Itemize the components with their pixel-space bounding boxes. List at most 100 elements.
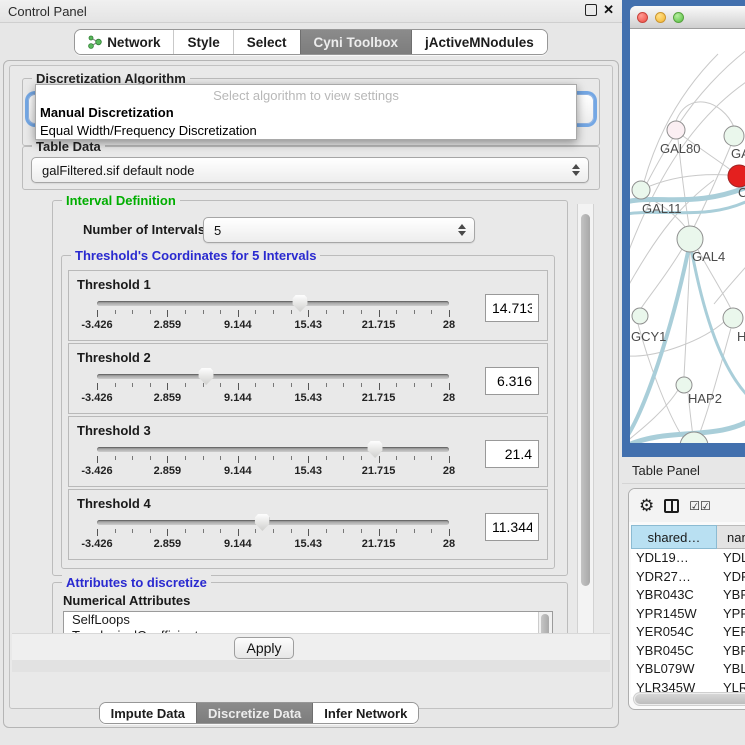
threshold-panel: Threshold 4 -3.4262.8599.14415.4321.7152… bbox=[68, 489, 548, 560]
network-edge bbox=[714, 260, 745, 304]
table-panel: ⚙ ☑☑ shared… name YDL19…YDL19YDR27…YDR27… bbox=[628, 488, 745, 710]
tick-label: -3.426 bbox=[81, 319, 112, 331]
network-edge bbox=[697, 328, 731, 439]
table-hscrollbar-thumb[interactable] bbox=[635, 694, 745, 704]
network-node[interactable] bbox=[632, 308, 648, 324]
apply-row: Apply bbox=[12, 633, 610, 672]
cell-name: YER05 bbox=[717, 623, 745, 642]
cell-name: YDR27 bbox=[717, 568, 745, 587]
network-view-inner: GAL80GACGAL11GAL4GCY1HHAP2 bbox=[630, 6, 745, 443]
tick-label: 28 bbox=[443, 392, 455, 404]
attribute-list-item[interactable]: SelfLoops bbox=[64, 612, 552, 628]
dropdown-prompt-item[interactable]: Select algorithm to view settings bbox=[36, 87, 576, 104]
tab-network[interactable]: Network bbox=[75, 30, 173, 54]
table-panel-toolbar: ⚙ ☑☑ bbox=[629, 489, 745, 522]
tab-impute-data[interactable]: Impute Data bbox=[100, 703, 196, 723]
network-window-titlebar bbox=[630, 6, 745, 29]
threshold-value-field[interactable] bbox=[485, 440, 539, 468]
cell-name: YPR14 bbox=[717, 605, 745, 624]
table-row[interactable]: YPR145WYPR14 bbox=[631, 605, 745, 624]
network-node-label: GCY1 bbox=[631, 329, 666, 344]
table-row[interactable]: YDL19…YDL19 bbox=[631, 549, 745, 568]
interval-definition-group: Interval Definition Number of Intervals … bbox=[52, 200, 568, 576]
combo-arrows-icon bbox=[572, 164, 580, 176]
column-header-shared-name[interactable]: shared… bbox=[631, 525, 717, 549]
apply-button[interactable]: Apply bbox=[234, 637, 294, 659]
threshold-value-field[interactable] bbox=[485, 513, 539, 541]
tab-label: Discretize Data bbox=[208, 706, 301, 721]
network-thick-edge bbox=[630, 252, 688, 438]
threshold-value-field[interactable] bbox=[485, 294, 539, 322]
table-row[interactable]: YBR043CYBR04 bbox=[631, 586, 745, 605]
network-node[interactable] bbox=[723, 308, 743, 328]
network-node[interactable] bbox=[728, 165, 745, 187]
close-traffic-light[interactable] bbox=[637, 12, 648, 23]
tab-cyni-toolbox[interactable]: Cyni Toolbox bbox=[300, 30, 412, 54]
network-canvas[interactable]: GAL80GACGAL11GAL4GCY1HHAP2 bbox=[630, 28, 745, 443]
thresholds-group-label: Threshold's Coordinates for 5 Intervals bbox=[71, 248, 320, 263]
gear-icon[interactable]: ⚙ bbox=[639, 497, 654, 514]
tick-label: 2.859 bbox=[154, 465, 182, 477]
tab-style[interactable]: Style bbox=[173, 30, 232, 54]
slider-track[interactable] bbox=[97, 374, 449, 379]
columns-icon[interactable] bbox=[664, 499, 679, 513]
network-icon bbox=[88, 35, 102, 49]
threshold-label: Threshold 2 bbox=[77, 350, 539, 365]
tab-label: Select bbox=[247, 35, 287, 50]
network-node[interactable] bbox=[724, 126, 744, 146]
threshold-list: Threshold 1 -3.4262.8599.14415.4321.7152… bbox=[62, 266, 554, 564]
table-row[interactable]: YDR27…YDR27 bbox=[631, 568, 745, 587]
tab-select[interactable]: Select bbox=[233, 30, 300, 54]
slider-ticks bbox=[97, 529, 449, 537]
table-row[interactable]: YER054CYER05 bbox=[631, 623, 745, 642]
panel-scrollbar-thumb[interactable] bbox=[581, 214, 590, 586]
tab-label: Network bbox=[107, 35, 160, 50]
network-node-label: C bbox=[738, 185, 745, 200]
column-header-name[interactable]: name bbox=[717, 525, 745, 549]
network-node-label: GAL11 bbox=[642, 201, 682, 216]
network-node-label: GA bbox=[731, 146, 745, 161]
panel-scrollbar[interactable] bbox=[577, 204, 594, 662]
table-row[interactable]: YBR045CYBR04 bbox=[631, 642, 745, 661]
network-view-window: GAL80GACGAL11GAL4GCY1HHAP2 bbox=[622, 0, 745, 457]
threshold-label: Threshold 1 bbox=[77, 277, 539, 292]
network-node-label: HAP2 bbox=[688, 391, 722, 406]
tick-label: -3.426 bbox=[81, 465, 112, 477]
tab-discretize-data[interactable]: Discretize Data bbox=[196, 703, 312, 723]
tick-label: -3.426 bbox=[81, 392, 112, 404]
settings-scrollpane: Interval Definition Number of Intervals … bbox=[12, 192, 610, 670]
table-data-combobox[interactable]: galFiltered.sif default node bbox=[31, 157, 589, 183]
threshold-slider[interactable]: -3.4262.8599.14415.4321.71528 bbox=[97, 513, 449, 549]
number-of-intervals-spinner[interactable]: 5 bbox=[203, 217, 475, 243]
float-window-icon[interactable] bbox=[585, 4, 597, 16]
table-row[interactable]: YBL079WYBL07 bbox=[631, 660, 745, 679]
slider-track[interactable] bbox=[97, 447, 449, 452]
threshold-slider[interactable]: -3.4262.8599.14415.4321.71528 bbox=[97, 440, 449, 476]
slider-track[interactable] bbox=[97, 301, 449, 306]
minimize-traffic-light[interactable] bbox=[655, 12, 666, 23]
dropdown-option-equal-width[interactable]: Equal Width/Frequency Discretization bbox=[36, 122, 576, 140]
network-node[interactable] bbox=[632, 181, 650, 199]
number-of-intervals-row: Number of Intervals 5 bbox=[53, 217, 567, 243]
tick-label: 21.715 bbox=[362, 538, 396, 550]
threshold-slider[interactable]: -3.4262.8599.14415.4321.71528 bbox=[97, 294, 449, 330]
tick-label: 28 bbox=[443, 538, 455, 550]
dropdown-option-manual[interactable]: Manual Discretization bbox=[36, 104, 576, 122]
threshold-value-field[interactable] bbox=[485, 367, 539, 395]
tick-label: 9.144 bbox=[224, 465, 252, 477]
checked-boxes-icon[interactable]: ☑☑ bbox=[689, 499, 711, 513]
zoom-traffic-light[interactable] bbox=[673, 12, 684, 23]
tab-infer-network[interactable]: Infer Network bbox=[312, 703, 418, 723]
tick-label: 9.144 bbox=[224, 319, 252, 331]
node-table-rows: YDL19…YDL19YDR27…YDR27YBR043CYBR04YPR145… bbox=[631, 549, 745, 697]
threshold-slider[interactable]: -3.4262.8599.14415.4321.71528 bbox=[97, 367, 449, 403]
network-node[interactable] bbox=[667, 121, 685, 139]
table-data-group: Table Data galFiltered.sif default node bbox=[22, 146, 600, 190]
tab-jactivemnodules[interactable]: jActiveMNodules bbox=[411, 30, 547, 54]
cell-shared-name: YER054C bbox=[631, 623, 717, 642]
tab-label: Style bbox=[187, 35, 219, 50]
close-icon[interactable]: ✕ bbox=[603, 3, 614, 17]
slider-track[interactable] bbox=[97, 520, 449, 525]
bottom-tab-bar: Impute Data Discretize Data Infer Network bbox=[0, 702, 566, 724]
table-hscrollbar[interactable] bbox=[633, 692, 745, 706]
